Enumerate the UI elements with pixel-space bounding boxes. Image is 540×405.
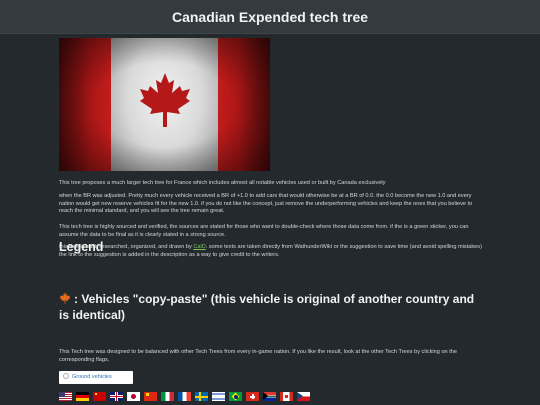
legend-heading: Legend	[59, 240, 104, 254]
italy-flag[interactable]	[161, 392, 174, 401]
sweden-flag[interactable]	[195, 392, 208, 401]
ussr-flag[interactable]	[93, 392, 106, 401]
intro-paragraph-1: This tree proposes a much larger tech tr…	[59, 180, 386, 186]
israel-flag[interactable]	[212, 392, 225, 401]
legend-item-text: : Vehicles "copy-paste" (this vehicle is…	[59, 292, 475, 322]
france-flag[interactable]	[178, 392, 191, 401]
south-africa-flag[interactable]	[263, 392, 276, 401]
page-title: Canadian Expended tech tree	[171, 9, 369, 25]
header-bar: Canadian Expended tech tree	[0, 0, 540, 34]
ground-vehicles-label: Ground vehicles	[72, 374, 112, 380]
canada-flag[interactable]	[280, 392, 293, 401]
intro-paragraph-2: when the BR was adjusted. Pretty much ev…	[59, 193, 473, 215]
canada-flag-banner	[59, 38, 270, 171]
czech-flag[interactable]	[297, 392, 310, 401]
balance-text: This Tech tree was designed to be balanc…	[59, 349, 457, 363]
radio-icon	[63, 373, 69, 379]
japan-flag[interactable]	[127, 392, 140, 401]
author-link[interactable]: CalD	[193, 244, 205, 250]
switzerland-flag[interactable]	[246, 392, 259, 401]
china-flag[interactable]	[144, 392, 157, 401]
uk-flag[interactable]	[110, 392, 123, 401]
usa-flag[interactable]	[59, 392, 72, 401]
maple-leaf-icon	[59, 292, 71, 304]
intro-paragraph-4: this tree is built, researched, organize…	[59, 244, 484, 259]
ground-vehicles-button[interactable]: Ground vehicles	[59, 371, 133, 384]
legend-item-copy-paste: : Vehicles "copy-paste" (this vehicle is…	[59, 291, 479, 323]
brazil-flag[interactable]	[229, 392, 242, 401]
intro-paragraph-3: This tech tree is highly sourced and ver…	[59, 224, 469, 238]
germany-flag[interactable]	[76, 392, 89, 401]
